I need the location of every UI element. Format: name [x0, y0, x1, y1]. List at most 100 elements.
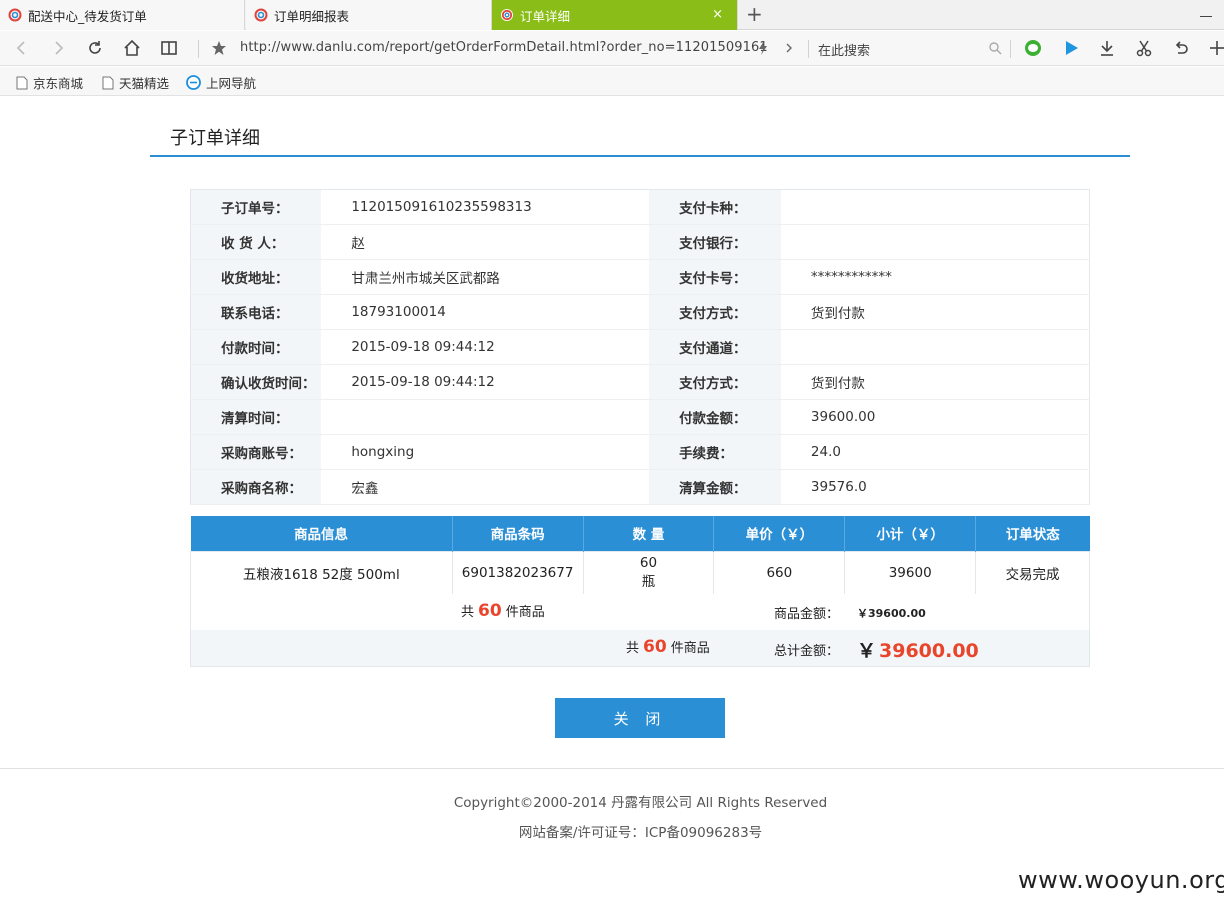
info-label: 支付卡种：	[649, 189, 781, 225]
plus-icon[interactable]	[1206, 37, 1224, 59]
video-play-icon[interactable]	[1060, 37, 1082, 59]
info-label: 支付方式：	[649, 364, 781, 400]
info-row: 收 货 人：赵支付银行：	[190, 224, 1090, 260]
total-amount-label: 总计金额：	[774, 644, 840, 659]
home-icon[interactable]	[121, 37, 143, 59]
bookmark-navigation[interactable]: 上网导航	[186, 73, 256, 92]
count-prefix: 共	[461, 605, 475, 620]
goods-status-cell: 交易完成	[975, 550, 1090, 595]
tab-order-detail[interactable]: 订单详细 ×	[492, 0, 738, 30]
icp-license-text: 网站备案/许可证号：ICP备09096283号	[518, 825, 763, 841]
refresh-icon[interactable]	[84, 37, 106, 59]
goods-price-cell: 660	[713, 550, 846, 595]
lightning-icon[interactable]	[752, 37, 774, 59]
close-tab-icon[interactable]: ×	[712, 7, 723, 22]
info-row: 清算时间： 付款金额： 39600.00	[190, 399, 1090, 435]
watermark: www.wooyun.org	[1018, 866, 1224, 894]
info-value	[780, 189, 1090, 225]
info-value: 24.0	[780, 434, 1090, 470]
footer-divider	[0, 768, 1224, 769]
goods-name-cell: 五粮液1618 52度 500ml	[190, 550, 453, 595]
new-tab-button[interactable]: +	[746, 4, 763, 24]
info-label: 收 货 人：	[190, 224, 322, 260]
reading-mode-icon[interactable]	[158, 37, 180, 59]
separator	[198, 40, 199, 58]
count-number: 60	[478, 601, 502, 621]
info-label: 付款时间：	[190, 329, 322, 365]
address-bar[interactable]: http://www.danlu.com/report/getOrderForm…	[240, 40, 768, 55]
download-icon[interactable]	[1096, 37, 1118, 59]
browser-logo-icon	[501, 9, 513, 21]
page-icon	[102, 76, 114, 89]
info-row: 收货地址： 甘肃兰州市城关区武都路 支付卡号： ************	[190, 259, 1090, 295]
scissors-icon[interactable]	[1133, 37, 1155, 59]
total-amount: ￥ 39600.00	[857, 636, 979, 663]
goods-subtotal-cell: 39600	[844, 550, 977, 595]
info-label: 支付银行：	[649, 224, 781, 260]
info-row: 采购商名称： 宏鑫 清算金额： 39576.0	[190, 469, 1090, 505]
info-row: 联系电话： 18793100014 支付方式： 货到付款	[190, 294, 1090, 330]
column-header: 订单状态	[975, 516, 1090, 551]
info-value: hongxing	[321, 434, 650, 470]
close-button[interactable]: 关 闭	[555, 698, 725, 738]
goods-amount-summary: 共 60 件商品 商品金额： ￥39600.00	[190, 594, 1090, 631]
info-label: 联系电话：	[190, 294, 322, 330]
info-label: 清算时间：	[190, 399, 322, 435]
goods-amount-label: 商品金额：	[774, 607, 840, 622]
goods-amount-value: ￥39600.00	[857, 607, 926, 620]
tab-label: 订单明细报表	[274, 8, 350, 24]
info-label: 支付方式：	[649, 294, 781, 330]
order-info-table: 子订单号： 112015091610235598313 支付卡种：收 货 人：赵支付…	[190, 189, 1090, 505]
info-value	[780, 329, 1090, 365]
info-value: 宏鑫	[321, 469, 650, 505]
item-count: 共 60 件商品	[461, 601, 545, 621]
info-row: 确认收货时间： 2015-09-18 09:44:12 支付方式： 货到付款	[190, 364, 1090, 400]
info-value: 货到付款	[780, 364, 1090, 400]
info-value: 112015091610235598313	[321, 189, 650, 225]
info-value: 18793100014	[321, 294, 650, 330]
chevron-right-icon[interactable]	[778, 37, 800, 59]
favorite-star-icon[interactable]	[208, 37, 230, 59]
separator	[1010, 40, 1011, 58]
info-row: 采购商账号： hongxing 手续费： 24.0	[190, 434, 1090, 470]
goods-table: 商品信息 商品条码 数 量 单价（￥） 小计（￥） 订单状态 五粮液1618 5…	[190, 516, 1090, 595]
undo-icon[interactable]	[1170, 37, 1192, 59]
bookmarks-bar: 京东商城 天猫精选 上网导航	[0, 67, 1224, 96]
page-title: 子订单详细	[170, 128, 260, 149]
search-input[interactable]: 在此搜索	[818, 40, 870, 59]
info-value: 甘肃兰州市城关区武都路	[321, 259, 650, 295]
tab-label: 订单详细	[520, 8, 571, 24]
tab-label: 配送中心_待发货订单	[28, 8, 147, 24]
search-icon[interactable]	[984, 37, 1006, 59]
browser-logo-icon	[254, 8, 268, 22]
goods-header-row: 商品信息 商品条码 数 量 单价（￥） 小计（￥） 订单状态	[190, 516, 1090, 551]
wechat-icon[interactable]	[1022, 37, 1044, 59]
page-icon	[16, 76, 28, 89]
total-amount-value: 39600.00	[879, 640, 979, 662]
info-value: 货到付款	[780, 294, 1090, 330]
forward-icon[interactable]	[48, 37, 70, 59]
back-icon[interactable]	[10, 37, 32, 59]
bookmark-tmall[interactable]: 天猫精选	[102, 73, 169, 92]
minimize-icon[interactable]	[1200, 16, 1212, 17]
title-divider	[150, 155, 1130, 157]
count-suffix: 件商品	[670, 641, 710, 656]
count-number: 60	[643, 637, 667, 657]
bookmark-jd[interactable]: 京东商城	[16, 73, 83, 92]
info-label: 子订单号：	[190, 189, 322, 225]
info-label: 付款金额：	[649, 399, 781, 435]
column-header: 数 量	[583, 516, 715, 551]
info-label: 清算金额：	[649, 469, 781, 505]
info-label: 支付通道：	[649, 329, 781, 365]
info-label: 采购商名称：	[190, 469, 322, 505]
ie-icon	[186, 75, 201, 90]
tab-order-detail-report[interactable]: 订单明细报表	[246, 0, 492, 30]
quantity-unit: 瓶	[641, 573, 656, 590]
info-value: 2015-09-18 09:44:12	[321, 364, 650, 400]
column-header: 小计（￥）	[844, 516, 977, 551]
info-label: 采购商账号：	[190, 434, 322, 470]
tab-delivery-center[interactable]: 配送中心_待发货订单	[0, 0, 245, 30]
bookmark-label: 京东商城	[33, 76, 84, 91]
info-value	[780, 224, 1090, 260]
separator	[808, 40, 809, 58]
